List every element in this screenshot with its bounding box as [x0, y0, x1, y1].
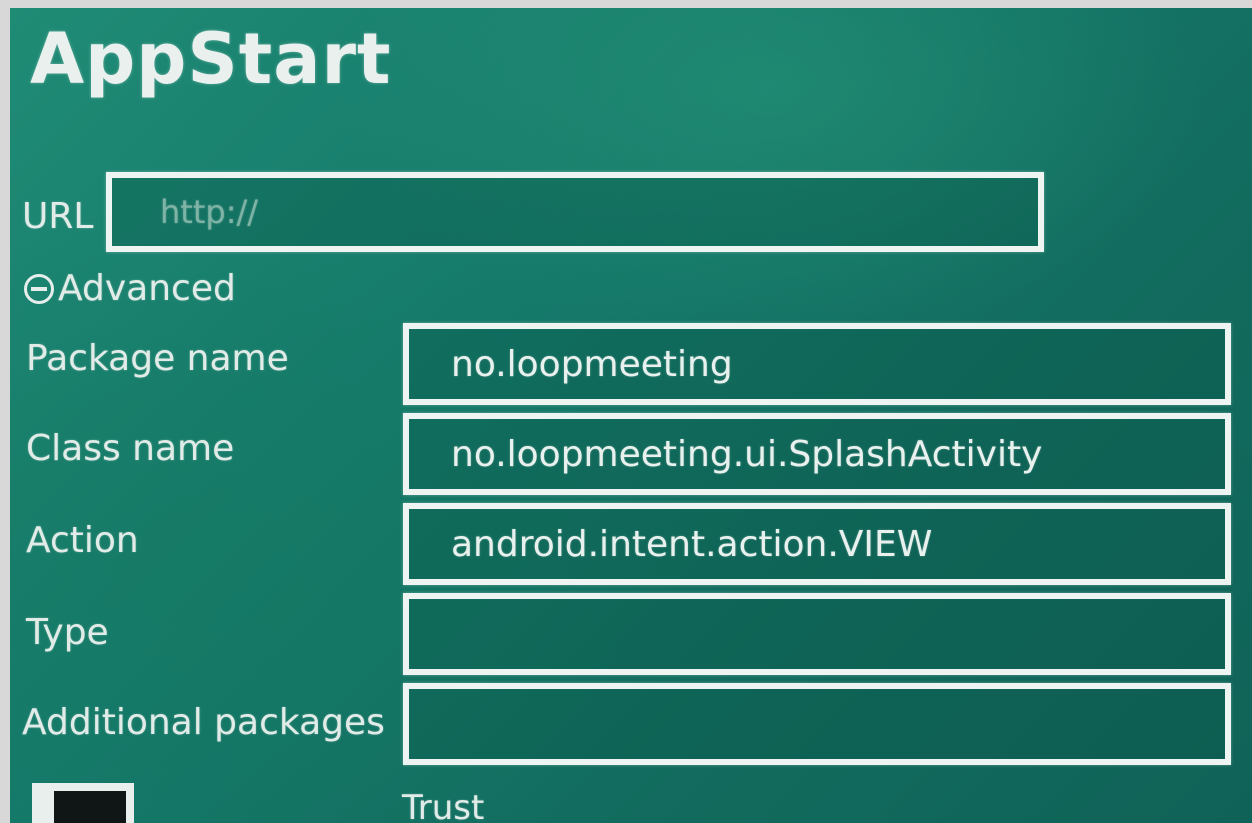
advanced-toggle-label: Advanced	[58, 268, 236, 309]
url-input-placeholder: http://	[160, 193, 259, 231]
action-label: Action	[26, 520, 139, 561]
class-name-value: no.loopmeeting.ui.SplashActivity	[451, 433, 1043, 475]
class-name-label: Class name	[26, 428, 235, 469]
url-input[interactable]: http://	[106, 172, 1044, 252]
trust-checkbox[interactable]	[32, 783, 134, 823]
class-name-input[interactable]: no.loopmeeting.ui.SplashActivity	[403, 413, 1231, 495]
advanced-toggle[interactable]: Advanced	[24, 268, 236, 309]
type-input[interactable]	[403, 593, 1231, 675]
app-screen: AppStart URL http:// Advanced Package na…	[10, 8, 1252, 823]
url-label: URL	[22, 196, 94, 237]
action-input[interactable]: android.intent.action.VIEW	[403, 503, 1231, 585]
minus-circle-icon	[24, 273, 54, 304]
package-name-input[interactable]: no.loopmeeting	[403, 323, 1231, 405]
app-title: AppStart	[30, 18, 392, 100]
type-label: Type	[26, 612, 109, 653]
package-name-label: Package name	[26, 338, 289, 379]
additional-packages-label: Additional packages	[22, 702, 385, 743]
action-value: android.intent.action.VIEW	[451, 523, 933, 565]
package-name-value: no.loopmeeting	[451, 343, 733, 385]
trust-label: Trust	[402, 788, 485, 823]
additional-packages-input[interactable]	[403, 683, 1231, 765]
